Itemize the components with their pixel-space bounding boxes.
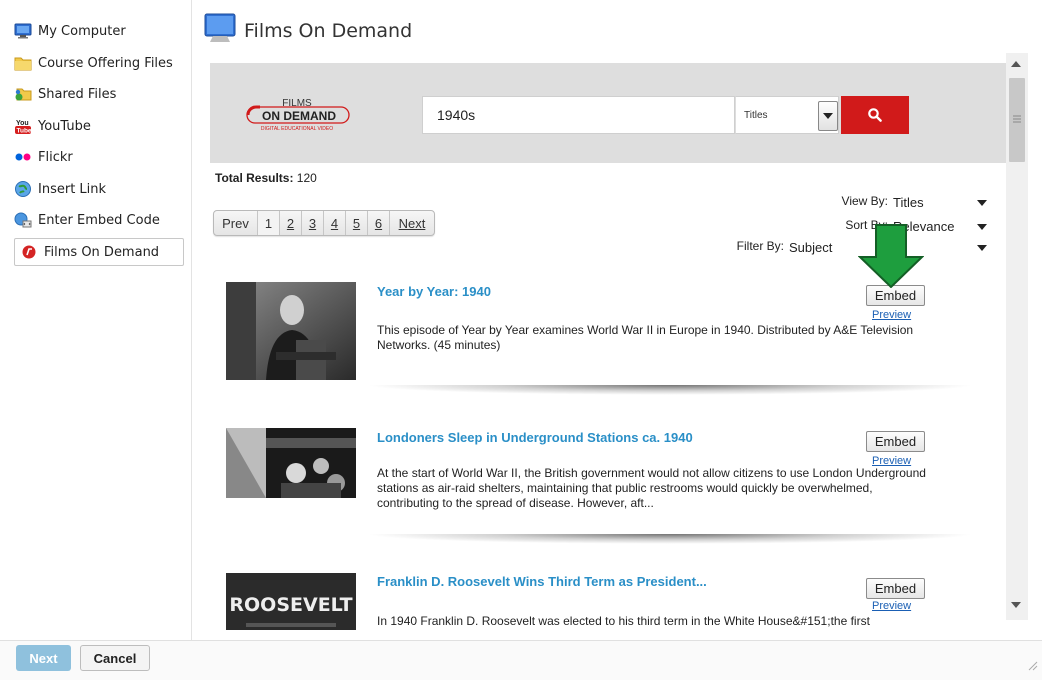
svg-text:Tube: Tube: [17, 128, 32, 135]
preview-link[interactable]: Preview: [872, 600, 911, 612]
sidebar-item-flickr[interactable]: Flickr: [14, 143, 184, 171]
youtube-icon: You Tube: [14, 117, 32, 135]
total-results: Total Results: 120: [215, 171, 317, 185]
result-thumbnail[interactable]: [226, 428, 356, 498]
flickr-icon: [14, 148, 32, 166]
search-input[interactable]: [422, 96, 735, 134]
films-on-demand-frame: FILMS ON DEMAND DIGITAL EDUCATIONAL VIDE…: [210, 63, 1006, 630]
result-title-link[interactable]: Franklin D. Roosevelt Wins Third Term as…: [377, 574, 707, 589]
sidebar-item-youtube[interactable]: You Tube YouTube: [14, 112, 184, 140]
view-by-value: Titles: [893, 194, 924, 210]
sidebar-item-label: My Computer: [38, 23, 126, 39]
pager-page-1[interactable]: 1: [258, 211, 280, 235]
pager-page-6[interactable]: 6: [368, 211, 390, 235]
sidebar-item-label: Films On Demand: [44, 244, 160, 260]
sidebar-item-my-computer[interactable]: My Computer: [14, 17, 184, 45]
sidebar-item-insert-link[interactable]: Insert Link: [14, 175, 184, 203]
monitor-icon: [14, 22, 32, 40]
films-on-demand-logo: FILMS ON DEMAND DIGITAL EDUCATIONAL VIDE…: [242, 93, 352, 133]
next-button[interactable]: Next: [16, 645, 71, 671]
sidebar-item-label: Flickr: [38, 149, 73, 165]
arrow-down-icon: [857, 224, 925, 289]
result-title-link[interactable]: Year by Year: 1940: [377, 284, 491, 299]
total-results-label: Total Results:: [215, 171, 294, 185]
search-scope-select[interactable]: Titles: [735, 96, 839, 134]
scrollbar-thumb[interactable]: [1009, 78, 1025, 162]
view-by-select[interactable]: Titles: [888, 193, 994, 211]
chevron-down-icon[interactable]: [818, 101, 838, 131]
embed-button[interactable]: Embed: [866, 431, 925, 452]
sidebar-item-enter-embed-code[interactable]: Enter Embed Code: [14, 206, 184, 234]
filter-by-label: Filter By:: [736, 239, 784, 253]
chevron-down-icon: [977, 224, 987, 230]
globe-link-icon: [14, 180, 32, 198]
pager-prev[interactable]: Prev: [214, 211, 258, 235]
search-icon: [868, 108, 882, 122]
result-thumbnail[interactable]: [226, 282, 356, 380]
sidebar-item-films-on-demand[interactable]: Films On Demand: [14, 238, 184, 266]
pager-page-3[interactable]: 3: [302, 211, 324, 235]
total-results-count: 120: [296, 171, 317, 185]
cancel-button[interactable]: Cancel: [80, 645, 150, 671]
embed-button[interactable]: Embed: [866, 285, 925, 306]
filter-by-value: Subject: [789, 239, 833, 255]
view-by-label: View By:: [841, 194, 888, 208]
result-divider: [365, 534, 975, 544]
thumbnail-text: ROOSEVELT: [229, 594, 352, 616]
pager-page-5[interactable]: 5: [346, 211, 368, 235]
scroll-up-icon[interactable]: [1011, 61, 1021, 67]
pager-next[interactable]: Next: [390, 211, 434, 235]
pager-page-2[interactable]: 2: [280, 211, 302, 235]
embed-code-icon: [14, 211, 32, 229]
shared-folder-icon: [14, 85, 32, 103]
sidebar-item-label: YouTube: [38, 118, 91, 134]
result-description: In 1940 Franklin D. Roosevelt was electe…: [377, 614, 870, 628]
chevron-down-icon: [977, 200, 987, 206]
result-thumbnail[interactable]: ROOSEVELT: [226, 573, 356, 630]
preview-link[interactable]: Preview: [872, 455, 911, 467]
logo-line-2: ON DEMAND: [262, 109, 336, 123]
result-description: This episode of Year by Year examines Wo…: [377, 323, 914, 352]
search-button[interactable]: [841, 96, 909, 134]
scrollbar[interactable]: [1006, 53, 1028, 620]
folder-icon: [14, 54, 32, 72]
page-header: Films On Demand: [204, 12, 412, 49]
sidebar-item-course-offering-files[interactable]: Course Offering Files: [14, 49, 184, 77]
page-title: Films On Demand: [244, 19, 413, 42]
sidebar-item-shared-files[interactable]: Shared Files: [14, 80, 184, 108]
search-bar: FILMS ON DEMAND DIGITAL EDUCATIONAL VIDE…: [210, 63, 1006, 163]
logo-line-3: DIGITAL EDUCATIONAL VIDEO: [261, 126, 333, 132]
sidebar: My Computer Course Offering Files Shared…: [0, 0, 190, 640]
sidebar-item-label: Insert Link: [38, 181, 107, 197]
monitor-icon: [204, 12, 236, 49]
embed-button[interactable]: Embed: [866, 578, 925, 599]
search-scope-value: Titles: [744, 109, 768, 121]
sidebar-divider: [191, 0, 192, 640]
footer-bar: Next Cancel: [0, 640, 1042, 680]
result-divider: [365, 385, 975, 395]
sidebar-item-label: Course Offering Files: [38, 55, 173, 71]
pager-page-4[interactable]: 4: [324, 211, 346, 235]
chevron-down-icon: [977, 245, 987, 251]
sidebar-item-label: Enter Embed Code: [38, 212, 160, 228]
films-on-demand-icon: [20, 243, 38, 261]
preview-link[interactable]: Preview: [872, 309, 911, 321]
pagination: Prev 1 2 3 4 5 6 Next: [213, 210, 435, 236]
result-title-link[interactable]: Londoners Sleep in Underground Stations …: [377, 430, 693, 445]
scroll-down-icon[interactable]: [1011, 602, 1021, 608]
resize-grip-icon[interactable]: [1028, 658, 1038, 676]
result-description: At the start of World War II, the Britis…: [377, 466, 926, 510]
sidebar-item-label: Shared Files: [38, 86, 117, 102]
svg-text:You: You: [16, 120, 29, 127]
